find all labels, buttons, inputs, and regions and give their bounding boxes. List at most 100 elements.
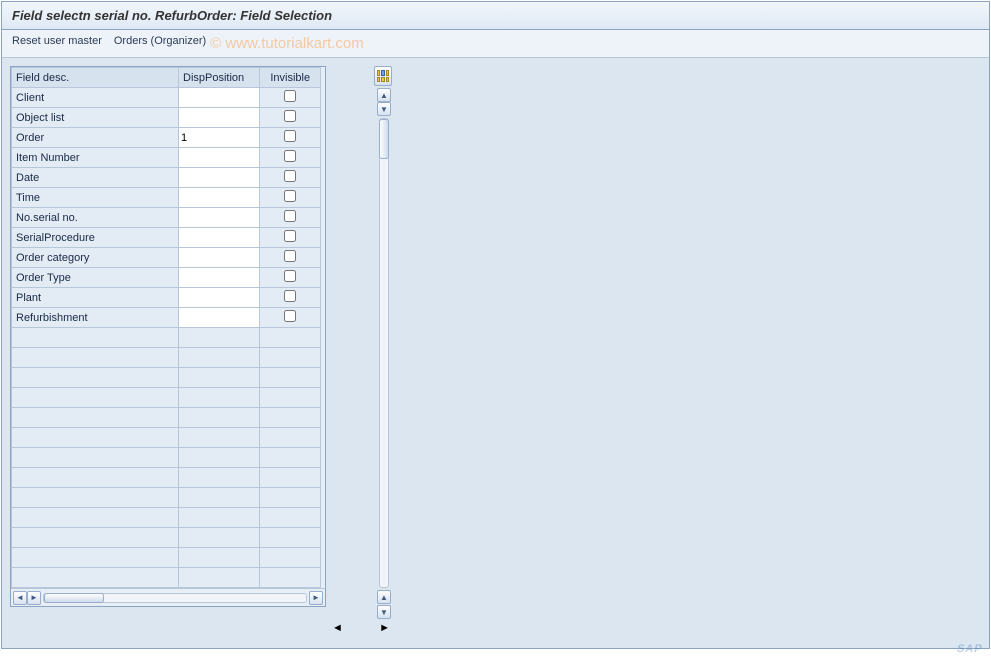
disp-position-input[interactable] [179,110,259,126]
cell-disp-position[interactable] [179,168,260,188]
scroll-up-page-icon[interactable]: ▲ [377,590,391,604]
cell-field-desc[interactable]: Plant [12,288,179,308]
disp-position-input[interactable] [179,150,259,166]
cell-disp-position[interactable] [179,228,260,248]
cell-disp-position[interactable] [179,248,260,268]
disp-position-input[interactable] [179,190,259,206]
cell-disp-position[interactable] [179,108,260,128]
side-scroll-left-icon[interactable]: ◄ [332,622,343,634]
cell-invisible[interactable] [260,128,321,148]
disp-position-input[interactable] [179,290,259,306]
invisible-checkbox[interactable] [284,130,296,142]
table-row[interactable]: Plant [12,288,321,308]
table-row[interactable]: Object list [12,108,321,128]
disp-position-input[interactable] [179,250,259,266]
empty-cell [260,408,321,428]
col-invisible[interactable]: Invisible [260,68,321,88]
table-row[interactable]: Order Type [12,268,321,288]
scroll-up-icon[interactable]: ▲ [377,88,391,102]
invisible-checkbox[interactable] [284,270,296,282]
invisible-checkbox[interactable] [284,190,296,202]
vertical-scrollbar[interactable]: ▲ ▼ ▲ ▼ [376,88,392,619]
cell-disp-position[interactable] [179,128,260,148]
cell-field-desc[interactable]: Order category [12,248,179,268]
col-field-desc[interactable]: Field desc. [12,68,179,88]
disp-position-input[interactable] [179,230,259,246]
cell-field-desc[interactable]: Time [12,188,179,208]
table-row[interactable]: Item Number [12,148,321,168]
cell-invisible[interactable] [260,148,321,168]
cell-field-desc[interactable]: Client [12,88,179,108]
table-row-empty [12,368,321,388]
invisible-checkbox[interactable] [284,250,296,262]
invisible-checkbox[interactable] [284,290,296,302]
cell-invisible[interactable] [260,268,321,288]
scroll-left-icon[interactable]: ◄ [13,591,27,605]
col-disp-position[interactable]: DispPosition [179,68,260,88]
table-row[interactable]: Time [12,188,321,208]
app-window: Field selectn serial no. RefurbOrder: Fi… [1,1,990,649]
cell-disp-position[interactable] [179,188,260,208]
invisible-checkbox[interactable] [284,210,296,222]
cell-invisible[interactable] [260,108,321,128]
cell-field-desc[interactable]: Refurbishment [12,308,179,328]
v-scroll-thumb[interactable] [379,119,389,159]
table-row[interactable]: Date [12,168,321,188]
side-scroll-right-icon[interactable]: ► [379,622,390,634]
invisible-checkbox[interactable] [284,90,296,102]
disp-position-input[interactable] [179,170,259,186]
cell-invisible[interactable] [260,248,321,268]
empty-cell [12,488,179,508]
disp-position-input[interactable] [179,270,259,286]
cell-disp-position[interactable] [179,88,260,108]
cell-invisible[interactable] [260,208,321,228]
cell-disp-position[interactable] [179,288,260,308]
table-row[interactable]: No.serial no. [12,208,321,228]
cell-field-desc[interactable]: Order Type [12,268,179,288]
h-scroll-track[interactable] [43,593,307,603]
invisible-checkbox[interactable] [284,150,296,162]
table-row[interactable]: Order category [12,248,321,268]
empty-cell [12,548,179,568]
table-row[interactable]: SerialProcedure [12,228,321,248]
side-horizontal-scrollbar[interactable]: ◄ ► [332,619,390,637]
h-scroll-thumb[interactable] [44,593,104,603]
v-scroll-track[interactable] [379,118,389,588]
scroll-down-icon[interactable]: ▼ [377,605,391,619]
horizontal-scrollbar[interactable]: ◄ ► ► [11,588,325,606]
cell-disp-position[interactable] [179,308,260,328]
disp-position-input[interactable] [179,310,259,326]
cell-invisible[interactable] [260,288,321,308]
cell-invisible[interactable] [260,308,321,328]
disp-position-input[interactable] [179,130,259,146]
scroll-right-step-icon[interactable]: ► [27,591,41,605]
invisible-checkbox[interactable] [284,110,296,122]
scroll-down-step-icon[interactable]: ▼ [377,102,391,116]
cell-field-desc[interactable]: No.serial no. [12,208,179,228]
table-row[interactable]: Order [12,128,321,148]
cell-field-desc[interactable]: Order [12,128,179,148]
table-row[interactable]: Client [12,88,321,108]
orders-organizer-button[interactable]: Orders (Organizer) [114,35,206,52]
cell-disp-position[interactable] [179,208,260,228]
cell-field-desc[interactable]: Date [12,168,179,188]
disp-position-input[interactable] [179,90,259,106]
reset-user-master-button[interactable]: Reset user master [12,35,102,52]
invisible-checkbox[interactable] [284,230,296,242]
table-settings-button[interactable] [374,66,392,86]
cell-invisible[interactable] [260,88,321,108]
cell-invisible[interactable] [260,228,321,248]
invisible-checkbox[interactable] [284,170,296,182]
empty-cell [179,328,260,348]
cell-field-desc[interactable]: SerialProcedure [12,228,179,248]
cell-field-desc[interactable]: Object list [12,108,179,128]
cell-disp-position[interactable] [179,268,260,288]
disp-position-input[interactable] [179,210,259,226]
cell-disp-position[interactable] [179,148,260,168]
scroll-right-icon[interactable]: ► [309,591,323,605]
invisible-checkbox[interactable] [284,310,296,322]
table-row[interactable]: Refurbishment [12,308,321,328]
cell-field-desc[interactable]: Item Number [12,148,179,168]
cell-invisible[interactable] [260,188,321,208]
cell-invisible[interactable] [260,168,321,188]
